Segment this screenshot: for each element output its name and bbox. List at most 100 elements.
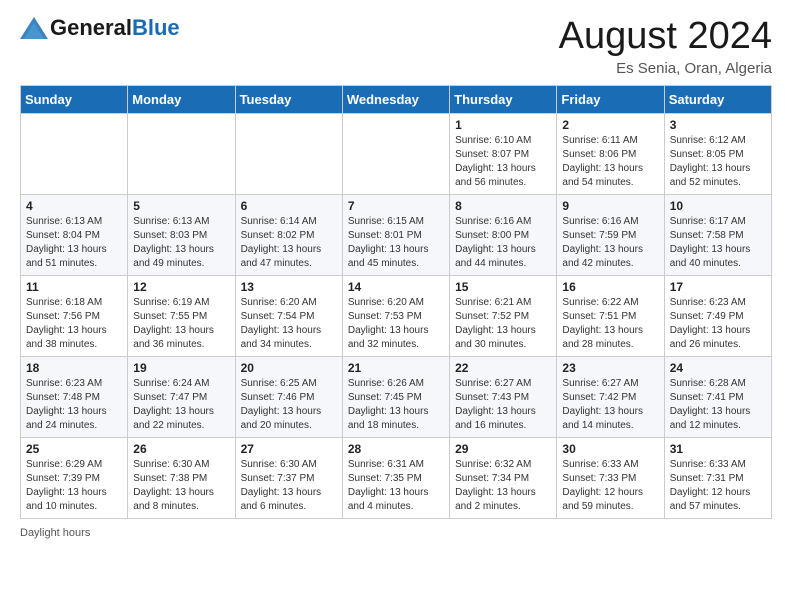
day-number: 26 [133,442,229,456]
day-info: Sunrise: 6:25 AM Sunset: 7:46 PM Dayligh… [241,377,337,433]
day-number: 13 [241,280,337,294]
day-number: 24 [670,361,766,375]
day-number: 6 [241,199,337,213]
calendar-cell: 6 Sunrise: 6:14 AM Sunset: 8:02 PM Daylig… [235,194,342,275]
day-number: 22 [455,361,551,375]
calendar-cell: 22 Sunrise: 6:27 AM Sunset: 7:43 PM Dayli… [450,356,557,437]
day-number: 10 [670,199,766,213]
calendar-cell: 28 Sunrise: 6:31 AM Sunset: 7:35 PM Dayli… [342,437,449,518]
footer-note: Daylight hours [20,527,772,539]
day-info: Sunrise: 6:16 AM Sunset: 8:00 PM Dayligh… [455,215,551,271]
day-number: 31 [670,442,766,456]
day-info: Sunrise: 6:15 AM Sunset: 8:01 PM Dayligh… [348,215,444,271]
calendar-cell: 29 Sunrise: 6:32 AM Sunset: 7:34 PM Dayli… [450,437,557,518]
day-number: 19 [133,361,229,375]
day-header-row: SundayMondayTuesdayWednesdayThursdayFrid… [21,85,772,113]
day-info: Sunrise: 6:33 AM Sunset: 7:33 PM Dayligh… [562,458,658,514]
day-number: 29 [455,442,551,456]
title-block: August 2024 Es Senia, Oran, Algeria [559,16,772,77]
calendar-cell: 15Sunrise: 6:21 AM Sunset: 7:52 PM Dayli… [450,275,557,356]
calendar-cell: 10 Sunrise: 6:17 AM Sunset: 7:58 PM Dayli… [664,194,771,275]
calendar-cell [21,113,128,194]
calendar-cell: 13 Sunrise: 6:20 AM Sunset: 7:54 PM Dayli… [235,275,342,356]
day-number: 23 [562,361,658,375]
day-info: Sunrise: 6:13 AM Sunset: 8:04 PM Dayligh… [26,215,122,271]
day-info: Sunrise: 6:24 AM Sunset: 7:47 PM Dayligh… [133,377,229,433]
calendar-table: SundayMondayTuesdayWednesdayThursdayFrid… [20,85,772,519]
calendar-cell: 24 Sunrise: 6:28 AM Sunset: 7:41 PM Dayli… [664,356,771,437]
logo-general: General [50,16,132,40]
day-number: 20 [241,361,337,375]
logo-blue: Blue [132,16,180,40]
day-number: 1 [455,118,551,132]
day-info: Sunrise: 6:18 AM Sunset: 7:56 PM Dayligh… [26,296,122,352]
day-info: Sunrise: 6:28 AM Sunset: 7:41 PM Dayligh… [670,377,766,433]
calendar-cell: 30 Sunrise: 6:33 AM Sunset: 7:33 PM Dayli… [557,437,664,518]
week-row-5: 25 Sunrise: 6:29 AM Sunset: 7:39 PM Dayli… [21,437,772,518]
day-info: Sunrise: 6:23 AM Sunset: 7:49 PM Dayligh… [670,296,766,352]
day-number: 8 [455,199,551,213]
calendar-cell: 11 Sunrise: 6:18 AM Sunset: 7:56 PM Dayli… [21,275,128,356]
day-info: Sunrise: 6:13 AM Sunset: 8:03 PM Dayligh… [133,215,229,271]
calendar-cell: 5 Sunrise: 6:13 AM Sunset: 8:03 PM Daylig… [128,194,235,275]
day-number: 25 [26,442,122,456]
day-number: 7 [348,199,444,213]
day-info: Sunrise: 6:27 AM Sunset: 7:42 PM Dayligh… [562,377,658,433]
day-number: 11 [26,280,122,294]
day-number: 27 [241,442,337,456]
day-info: Sunrise: 6:20 AM Sunset: 7:54 PM Dayligh… [241,296,337,352]
day-info: Sunrise: 6:31 AM Sunset: 7:35 PM Dayligh… [348,458,444,514]
calendar-cell: 23 Sunrise: 6:27 AM Sunset: 7:42 PM Dayli… [557,356,664,437]
calendar-cell: 16 Sunrise: 6:22 AM Sunset: 7:51 PM Dayli… [557,275,664,356]
day-info: Sunrise: 6:21 AM Sunset: 7:52 PM Dayligh… [455,296,551,352]
calendar-cell: 26Sunrise: 6:30 AM Sunset: 7:38 PM Dayli… [128,437,235,518]
week-row-3: 11 Sunrise: 6:18 AM Sunset: 7:56 PM Dayli… [21,275,772,356]
day-info: Sunrise: 6:17 AM Sunset: 7:58 PM Dayligh… [670,215,766,271]
day-header-tuesday: Tuesday [235,85,342,113]
week-row-2: 4 Sunrise: 6:13 AM Sunset: 8:04 PM Daylig… [21,194,772,275]
day-info: Sunrise: 6:27 AM Sunset: 7:43 PM Dayligh… [455,377,551,433]
calendar-cell: 17 Sunrise: 6:23 AM Sunset: 7:49 PM Dayli… [664,275,771,356]
day-info: Sunrise: 6:33 AM Sunset: 7:31 PM Dayligh… [670,458,766,514]
calendar-cell: 25 Sunrise: 6:29 AM Sunset: 7:39 PM Dayli… [21,437,128,518]
day-number: 28 [348,442,444,456]
day-number: 9 [562,199,658,213]
day-header-saturday: Saturday [664,85,771,113]
calendar-cell: 27 Sunrise: 6:30 AM Sunset: 7:37 PM Dayli… [235,437,342,518]
calendar-cell [128,113,235,194]
calendar-cell: 18 Sunrise: 6:23 AM Sunset: 7:48 PM Dayli… [21,356,128,437]
day-number: 5 [133,199,229,213]
calendar-cell: 8 Sunrise: 6:16 AM Sunset: 8:00 PM Daylig… [450,194,557,275]
day-number: 30 [562,442,658,456]
day-info: Sunrise: 6:14 AM Sunset: 8:02 PM Dayligh… [241,215,337,271]
location: Es Senia, Oran, Algeria [559,60,772,77]
week-row-4: 18 Sunrise: 6:23 AM Sunset: 7:48 PM Dayli… [21,356,772,437]
calendar-cell: 4 Sunrise: 6:13 AM Sunset: 8:04 PM Daylig… [21,194,128,275]
day-info: Sunrise: 6:30 AM Sunset: 7:37 PM Dayligh… [241,458,337,514]
calendar-cell: 20 Sunrise: 6:25 AM Sunset: 7:46 PM Dayli… [235,356,342,437]
day-info: Sunrise: 6:10 AM Sunset: 8:07 PM Dayligh… [455,134,551,190]
day-info: Sunrise: 6:26 AM Sunset: 7:45 PM Dayligh… [348,377,444,433]
day-info: Sunrise: 6:29 AM Sunset: 7:39 PM Dayligh… [26,458,122,514]
day-info: Sunrise: 6:11 AM Sunset: 8:06 PM Dayligh… [562,134,658,190]
day-number: 16 [562,280,658,294]
day-info: Sunrise: 6:23 AM Sunset: 7:48 PM Dayligh… [26,377,122,433]
calendar-cell: 2Sunrise: 6:11 AM Sunset: 8:06 PM Daylig… [557,113,664,194]
week-row-1: 1 Sunrise: 6:10 AM Sunset: 8:07 PM Daylig… [21,113,772,194]
day-number: 17 [670,280,766,294]
calendar-cell [235,113,342,194]
day-info: Sunrise: 6:12 AM Sunset: 8:05 PM Dayligh… [670,134,766,190]
calendar-cell: 12 Sunrise: 6:19 AM Sunset: 7:55 PM Dayli… [128,275,235,356]
logo: GeneralBlue [20,16,180,40]
day-info: Sunrise: 6:22 AM Sunset: 7:51 PM Dayligh… [562,296,658,352]
calendar-cell: 31 Sunrise: 6:33 AM Sunset: 7:31 PM Dayli… [664,437,771,518]
day-info: Sunrise: 6:19 AM Sunset: 7:55 PM Dayligh… [133,296,229,352]
calendar-cell: 14Sunrise: 6:20 AM Sunset: 7:53 PM Dayli… [342,275,449,356]
day-number: 14 [348,280,444,294]
day-header-monday: Monday [128,85,235,113]
day-number: 4 [26,199,122,213]
day-number: 12 [133,280,229,294]
day-header-sunday: Sunday [21,85,128,113]
day-number: 18 [26,361,122,375]
day-info: Sunrise: 6:32 AM Sunset: 7:34 PM Dayligh… [455,458,551,514]
